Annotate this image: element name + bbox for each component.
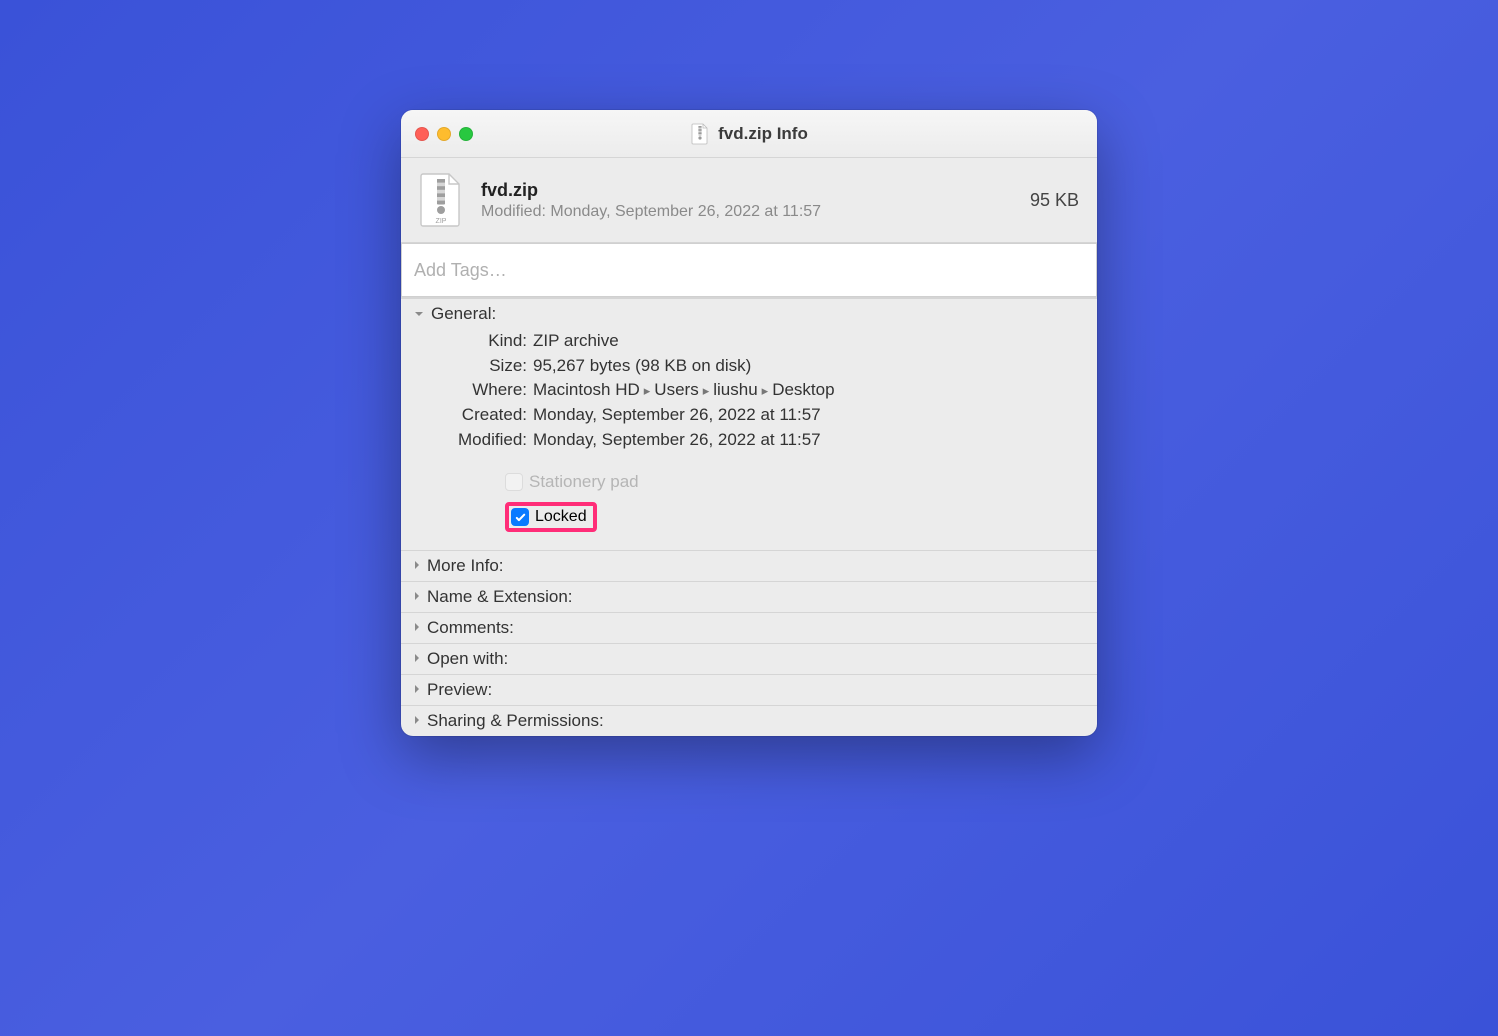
path-part: Macintosh HD [533,380,640,399]
created-label: Created: [419,403,527,428]
stationery-pad-checkbox [505,473,523,491]
modified-label: Modified: [419,428,527,453]
kind-label: Kind: [419,329,527,354]
zip-file-icon [690,123,710,145]
svg-text:ZIP: ZIP [436,218,447,225]
path-separator-icon: ▸ [644,383,651,398]
minimize-button[interactable] [437,127,451,141]
where-value: Macintosh HD▸Users▸liushu▸Desktop [533,378,1079,403]
name-extension-disclosure[interactable]: Name & Extension: [401,581,1097,612]
zoom-button[interactable] [459,127,473,141]
locked-label: Locked [535,508,587,526]
window-title: fvd.zip Info [718,124,808,144]
sharing-permissions-disclosure[interactable]: Sharing & Permissions: [401,705,1097,736]
where-label: Where: [419,378,527,403]
more-info-label: More Info: [427,556,504,576]
kind-value: ZIP archive [533,329,1079,354]
size-value: 95,267 bytes (98 KB on disk) [533,354,1079,379]
name-extension-label: Name & Extension: [427,587,573,607]
chevron-right-icon [411,680,423,700]
file-name: fvd.zip [481,180,1016,201]
stationery-pad-label: Stationery pad [529,472,639,492]
open-with-label: Open with: [427,649,508,669]
path-part: liushu [713,380,757,399]
stationery-pad-row: Stationery pad [505,472,1079,492]
locked-highlight: Locked [505,502,597,532]
chevron-right-icon [411,556,423,576]
path-part: Users [654,380,698,399]
created-value: Monday, September 26, 2022 at 11:57 [533,403,1079,428]
open-with-disclosure[interactable]: Open with: [401,643,1097,674]
path-separator-icon: ▸ [762,383,769,398]
titlebar[interactable]: fvd.zip Info [401,110,1097,158]
path-separator-icon: ▸ [703,383,710,398]
more-info-disclosure[interactable]: More Info: [401,550,1097,581]
preview-label: Preview: [427,680,492,700]
comments-disclosure[interactable]: Comments: [401,612,1097,643]
general-section: General: Kind: ZIP archive Size: 95,267 … [401,298,1097,550]
tags-input[interactable] [401,243,1097,297]
chevron-right-icon [411,618,423,638]
locked-checkbox[interactable] [511,508,529,526]
size-label: Size: [419,354,527,379]
close-button[interactable] [415,127,429,141]
chevron-right-icon [411,711,423,731]
chevron-right-icon [411,649,423,669]
path-part: Desktop [772,380,834,399]
modified-value: Monday, September 26, 2022 at 11:57 [533,428,1079,453]
tags-section [401,243,1097,298]
file-modified-summary: Modified: Monday, September 26, 2022 at … [481,203,1016,221]
sharing-permissions-label: Sharing & Permissions: [427,711,604,731]
info-window: fvd.zip Info ZIP fvd.zip Modified: Monda… [401,110,1097,736]
general-disclosure[interactable]: General: [401,299,1097,329]
chevron-down-icon [411,306,427,322]
preview-disclosure[interactable]: Preview: [401,674,1097,705]
window-controls [415,127,473,141]
general-title: General: [431,304,496,324]
file-size-summary: 95 KB [1030,190,1079,211]
file-summary: ZIP fvd.zip Modified: Monday, September … [401,158,1097,243]
zip-file-icon: ZIP [415,172,467,228]
comments-label: Comments: [427,618,514,638]
chevron-right-icon [411,587,423,607]
